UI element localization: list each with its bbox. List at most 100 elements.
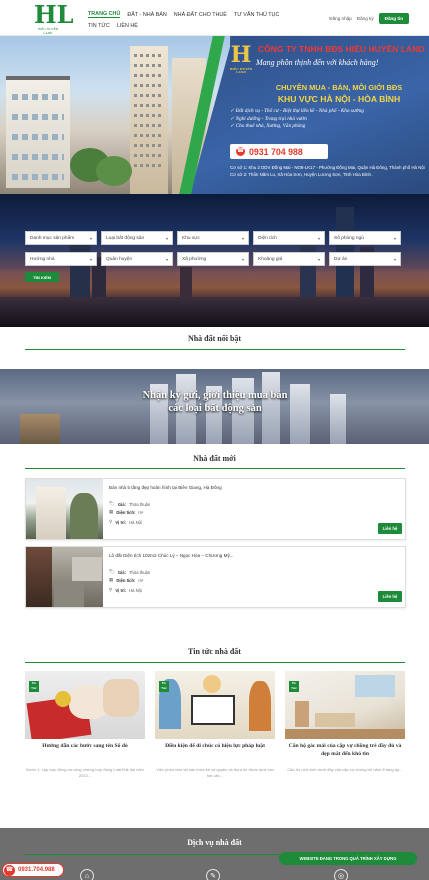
listing-card[interactable]: Bán nhà 5 tầng đẹp hoàn hình tại Biên Gi…	[25, 478, 406, 540]
nav-contact[interactable]: LIÊN HỆ	[117, 23, 138, 29]
banner-phone-number: 0931 704 988	[249, 146, 303, 157]
location-pin-icon: ⚲	[109, 587, 113, 592]
login-link[interactable]: Đăng nhập	[329, 16, 351, 21]
search-button[interactable]: TÌM KIẾM	[25, 272, 59, 282]
ward-select[interactable]: Xã phường ▾	[177, 252, 249, 266]
listing-price-label: Giá:	[117, 501, 126, 507]
direction-select[interactable]: Hướng nhà ▾	[25, 252, 97, 266]
banner-phone[interactable]: ☎ 0931 704 988	[230, 144, 328, 159]
chevron-down-icon: ▾	[241, 256, 244, 262]
nav-news[interactable]: TIN TỨC	[88, 23, 110, 29]
page: HL HIỂU HUYỀN LAND TRANG CHỦ ĐẤT - NHÀ B…	[0, 0, 429, 880]
listing-location-value: Hà Nội	[129, 587, 142, 593]
banner-headline-1: CHUYÊN MUA - BÁN, MÔI GIỚI BĐS	[275, 83, 403, 92]
news-card[interactable]: Tin Tức Hướng dẫn các bước sang tên Sổ đ…	[25, 671, 145, 781]
banner-headline-2: KHU VỰC HÀ NỘI - HÒA BÌNH	[277, 94, 401, 104]
area-icon: ▦	[109, 509, 114, 514]
location-pin-icon: ⚲	[109, 519, 113, 524]
logo-subtitle: HIỂU HUYỀN LAND	[37, 27, 59, 35]
banner-logo-sub: HIỂU HUYỀN LAND	[229, 67, 253, 74]
listing-location: ⚲ Vị trí: Hà Nội	[109, 587, 229, 593]
banner-logo-mark: H	[230, 42, 252, 68]
featured-divider	[25, 349, 405, 350]
ward-select-label: Xã phường	[182, 256, 207, 262]
listing-location-value: Hà Nội	[129, 519, 142, 525]
tag-icon: 🏷	[109, 569, 115, 574]
nav-procedures[interactable]: TƯ VẤN THỦ TỤC	[234, 12, 279, 18]
listing-title[interactable]: Bán nhà 5 tầng đẹp hoàn hình tại Biên Gi…	[109, 485, 329, 490]
news-divider	[25, 662, 405, 663]
district-select[interactable]: Quận huyện ▾	[101, 252, 173, 266]
service-globe-icon[interactable]: ◎	[334, 869, 348, 880]
property-type-select[interactable]: Loại bất động sản ▾	[101, 231, 173, 245]
nav-home[interactable]: TRANG CHỦ	[88, 11, 121, 18]
banner-bullet: ✓ Nghỉ dưỡng - Trang trại nhà vườn	[230, 115, 307, 122]
post-listing-button[interactable]: Đăng tin	[378, 12, 409, 24]
tag-icon: 🏷	[109, 501, 115, 506]
tree-illustration	[96, 156, 132, 186]
contact-button[interactable]: Liên hệ	[378, 591, 402, 602]
bedrooms-select[interactable]: Số phòng ngủ ▾	[329, 231, 401, 245]
chevron-down-icon: ▾	[89, 256, 92, 262]
banner-bullet: ✓ Cho thuê nhà, Xưởng, Văn phòng	[230, 123, 306, 130]
listing-price-value: Thỏa thuận	[129, 569, 151, 575]
logo-mark: HL	[34, 0, 74, 29]
news-title: Tin tức nhà đất	[188, 647, 241, 656]
chevron-down-icon: ▾	[317, 256, 320, 262]
listing-title[interactable]: Lô đất Diện tích 102m2 Chúc Lý – Ngọc Hò…	[109, 553, 329, 558]
area-region-select-label: Khu vực	[182, 235, 200, 241]
news-headline[interactable]: Điều kiện để di chúc có hiệu lực pháp lu…	[155, 743, 275, 751]
consign-banner: Nhận ký gửi, giới thiệu mua bán các loại…	[0, 369, 429, 444]
size-select-label: Diện tích	[258, 235, 277, 241]
services-title: Dịch vụ nhà đất	[187, 838, 242, 847]
hero-banner: H HIỂU HUYỀN LAND CÔNG TY TNHH BĐS HIỂU H…	[0, 36, 429, 194]
phone-icon: ☎	[4, 864, 15, 876]
news-excerpt: Việc phân chia tài sản thừa kế và quyền …	[156, 767, 274, 778]
news-image	[155, 671, 275, 739]
listing-area: ▦ Diện tích: m²	[109, 577, 229, 583]
listing-area-label: Diện tích:	[116, 577, 136, 583]
direction-select-label: Hướng nhà	[30, 256, 55, 262]
size-select[interactable]: Diện tích ▾	[253, 231, 325, 245]
consign-text: Nhận ký gửi, giới thiệu mua bán các loại…	[120, 389, 310, 415]
under-construction-badge: WEBSITE ĐANG TRONG QUÁ TRÌNH XÂY DỰNG	[279, 852, 417, 865]
chevron-down-icon: ▾	[165, 256, 168, 262]
news-card[interactable]: Tin Tức Căn hộ gác mái của cặp vợ chồng …	[285, 671, 405, 781]
hotline-button[interactable]: ☎ 0931.704.988	[2, 863, 64, 877]
banner-address-2: Cơ sở 2: Thôn Năm Lu, Xã Hòa Sơn, Huyện …	[230, 172, 374, 177]
site-logo[interactable]: HL HIỂU HUYỀN LAND	[34, 0, 74, 36]
news-card[interactable]: Tin Tức Điều kiện để di chúc có hiệu lực…	[155, 671, 275, 781]
banner-slogan: Mang phồn thịnh đến với khách hàng!	[256, 58, 379, 67]
service-home-icon[interactable]: ⌂	[80, 869, 94, 880]
chevron-down-icon: ▾	[165, 235, 168, 241]
listing-area-label: Diện tích:	[116, 509, 136, 515]
nav-rent[interactable]: NHÀ ĐẤT CHO THUÊ	[174, 12, 227, 18]
news-tag: Tin Tức	[289, 681, 299, 692]
skyline-building	[330, 394, 346, 444]
register-link[interactable]: Đăng ký	[357, 16, 374, 21]
hotline-number: 0931.704.988	[18, 867, 55, 873]
price-range-select-label: Khoảng giá	[258, 256, 283, 262]
phone-icon: ☎	[236, 147, 245, 156]
news-headline[interactable]: Căn hộ gác mái của cặp vợ chồng trẻ đầy …	[285, 743, 405, 758]
contact-button[interactable]: Liên hệ	[378, 523, 402, 534]
service-document-icon[interactable]: ✎	[206, 869, 220, 880]
category-select[interactable]: Danh mục sản phẩm ▾	[25, 231, 97, 245]
nav-land-for-sale[interactable]: ĐẤT - NHÀ BÁN	[127, 12, 166, 18]
project-select[interactable]: Dự án ▾	[329, 252, 401, 266]
consign-line-1: Nhận ký gửi, giới thiệu mua bán	[142, 390, 288, 401]
news-headline[interactable]: Hướng dẫn các bước sang tên Sổ đỏ	[25, 743, 145, 751]
banner-addresses: Cơ sở 1: Khu 2 DDV Đồng Mai - NO8-LK17 -…	[230, 164, 429, 178]
consign-line-2: các loại bất động sản	[168, 403, 262, 414]
river	[0, 297, 429, 327]
listing-price: 🏷 Giá: Thỏa thuận	[109, 569, 229, 575]
area-region-select[interactable]: Khu vực ▾	[177, 231, 249, 245]
news-tag: Tin Tức	[159, 681, 169, 692]
price-range-select[interactable]: Khoảng giá ▾	[253, 252, 325, 266]
area-icon: ▦	[109, 577, 114, 582]
news-image	[25, 671, 145, 739]
listing-card[interactable]: Lô đất Diện tích 102m2 Chúc Lý – Ngọc Hò…	[25, 546, 406, 608]
category-select-label: Danh mục sản phẩm	[30, 235, 75, 241]
banner-bullet: ✓ Đất dịch vụ - Thổ cư - Biệt thự liền k…	[230, 108, 364, 114]
account-links: Đăng nhập Đăng ký Đăng tin	[319, 11, 429, 25]
